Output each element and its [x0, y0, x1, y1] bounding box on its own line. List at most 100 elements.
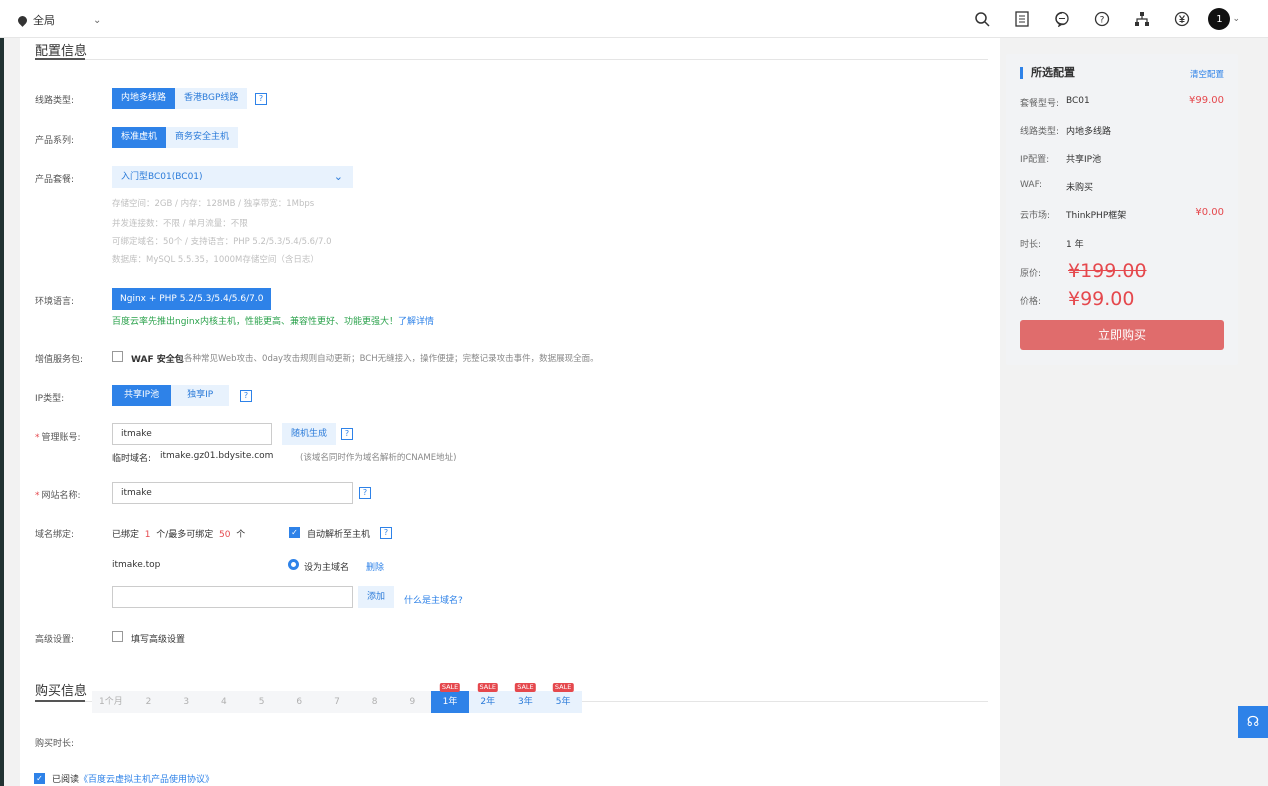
- sale-badge: SALE: [439, 683, 461, 692]
- duration-option[interactable]: 7: [318, 691, 356, 713]
- duration-option-2-year[interactable]: SALE 2年: [468, 683, 507, 713]
- env-note: 百度云率先推出nginx内核主机，性能更高、兼容性更好、功能更强大！了解详情: [112, 314, 434, 327]
- bound-prefix: 已绑定: [112, 530, 140, 540]
- help-icon[interactable]: ?: [1090, 7, 1114, 31]
- package-value: 入门型BC01(BC01): [121, 172, 203, 182]
- ip-option-shared[interactable]: 共享IP池: [112, 385, 172, 406]
- summary-row-price: ¥99.00: [1189, 95, 1224, 106]
- original-price-label: 原价:: [1020, 269, 1042, 279]
- series-option-business[interactable]: 商务安全主机: [166, 127, 239, 148]
- random-generate-button[interactable]: 随机生成: [282, 423, 337, 445]
- waf-checkbox[interactable]: [112, 351, 123, 362]
- location-pin-icon: [16, 13, 29, 27]
- chevron-down-icon[interactable]: ⌄: [1232, 14, 1240, 24]
- search-icon[interactable]: [970, 7, 994, 31]
- new-domain-input[interactable]: [112, 586, 353, 608]
- help-question-icon[interactable]: ?: [359, 487, 371, 499]
- site-name-input[interactable]: itmake: [112, 482, 353, 504]
- duration-option-5-year[interactable]: SALE 5年: [544, 683, 582, 713]
- ip-option-dedicated[interactable]: 独享IP: [171, 385, 230, 406]
- learn-more-link[interactable]: 了解详情: [398, 317, 434, 327]
- account-input[interactable]: itmake: [112, 423, 272, 445]
- yuan-currency-icon[interactable]: [1170, 7, 1194, 31]
- auto-resolve-checkbox[interactable]: ✓: [289, 527, 300, 538]
- domain-bound-count: 已绑定 1 个/最多可绑定 50 个: [112, 527, 245, 540]
- account-label: * 管理账号:: [35, 430, 81, 443]
- series-selector: 标准虚机 商务安全主机: [112, 127, 239, 148]
- duration-option[interactable]: 4: [205, 691, 243, 713]
- help-question-icon[interactable]: ?: [380, 527, 392, 539]
- package-dropdown[interactable]: 入门型BC01(BC01) ⌄: [112, 166, 353, 188]
- section-title-config: 配置信息: [35, 44, 88, 59]
- chevron-down-icon: ⌄: [333, 170, 343, 183]
- section-title-purchase: 购买信息: [35, 684, 88, 699]
- final-price: ¥99.00: [1068, 288, 1135, 310]
- advanced-label: 高级设置:: [35, 635, 75, 645]
- bound-count: 1: [144, 530, 151, 540]
- auto-resolve-label: 自动解析至主机: [307, 530, 371, 540]
- required-mark: *: [35, 491, 40, 501]
- org-tree-icon[interactable]: [1130, 7, 1154, 31]
- duration-option[interactable]: 5: [242, 691, 281, 713]
- duration-option[interactable]: 8: [355, 691, 394, 713]
- package-spec-line: 数据库：MySQL 5.5.35，1000M存储空间（含日志）: [112, 255, 319, 265]
- temp-domain-note: (该域名同时作为域名解析的CNAME地址): [300, 453, 457, 463]
- agreement-prefix: 已阅读: [52, 775, 80, 785]
- site-name-label-text: 网站名称:: [41, 491, 81, 501]
- series-option-standard[interactable]: 标准虚机: [112, 127, 167, 148]
- duration-option-label: 1年: [442, 697, 458, 707]
- support-headset-icon[interactable]: ☊: [1238, 706, 1268, 738]
- duration-option[interactable]: 3: [167, 691, 206, 713]
- package-label: 产品套餐:: [35, 175, 75, 185]
- summary-row-value: ThinkPHP框架: [1066, 211, 1127, 221]
- avatar[interactable]: 1: [1208, 8, 1231, 30]
- bound-domain-item: itmake.top: [112, 560, 161, 570]
- clear-config-link[interactable]: 清空配置: [1190, 68, 1224, 80]
- duration-label: 购买时长:: [35, 739, 75, 749]
- add-domain-button[interactable]: 添加: [358, 586, 395, 608]
- line-option-hk-bgp[interactable]: 香港BGP线路: [175, 88, 248, 109]
- account-label-text: 管理账号:: [41, 433, 81, 443]
- domain-label: 域名绑定:: [35, 530, 75, 540]
- buy-now-button[interactable]: 立即购买: [1020, 320, 1224, 350]
- section-underline: [35, 700, 85, 702]
- duration-option[interactable]: 2: [129, 691, 168, 713]
- duration-option-3-year[interactable]: SALE 3年: [506, 683, 545, 713]
- temp-domain-label: 临时域名:: [112, 454, 152, 464]
- series-label: 产品系列:: [35, 136, 75, 146]
- agreement-checkbox[interactable]: ✓: [34, 773, 45, 784]
- help-question-icon[interactable]: ?: [341, 428, 353, 440]
- summary-row-value: 内地多线路: [1066, 127, 1112, 137]
- bound-suffix: 个: [236, 530, 246, 540]
- advanced-checkbox[interactable]: [112, 631, 123, 642]
- advanced-option-label: 填写高级设置: [131, 635, 186, 645]
- duration-option-label: 3年: [518, 697, 533, 707]
- region-label: 全局: [33, 14, 55, 27]
- delete-domain-link[interactable]: 删除: [366, 560, 384, 573]
- package-spec-line: 可绑定域名：50个 / 支持语言：PHP 5.2/5.3/5.4/5.6/7.0: [112, 237, 332, 247]
- duration-option[interactable]: 9: [393, 691, 432, 713]
- env-option-nginx-php[interactable]: Nginx + PHP 5.2/5.3/5.4/5.6/7.0: [112, 288, 272, 310]
- required-mark: *: [35, 433, 40, 443]
- what-is-main-domain-link[interactable]: 什么是主域名?: [404, 593, 463, 606]
- duration-option-1-year[interactable]: SALE 1年: [431, 683, 469, 713]
- waf-name: WAF 安全包: [131, 355, 184, 365]
- summary-row-key: 时长:: [1020, 240, 1042, 250]
- line-option-mainland[interactable]: 内地多线路: [112, 88, 176, 109]
- help-question-icon[interactable]: ?: [255, 93, 267, 105]
- message-icon[interactable]: [1050, 7, 1074, 31]
- config-panel: 配置信息 线路类型: 内地多线路 香港BGP线路 ? 产品系列: 标准虚机 商务…: [20, 38, 1000, 786]
- temp-domain-value: itmake.gz01.bdysite.com: [160, 451, 274, 461]
- section-underline: [35, 58, 85, 60]
- help-question-icon[interactable]: ?: [240, 390, 252, 402]
- sale-badge: SALE: [477, 683, 498, 692]
- left-nav-strip: [0, 0, 4, 786]
- main-domain-radio[interactable]: [288, 559, 299, 570]
- agreement-link[interactable]: 《百度云虚拟主机产品使用协议》: [79, 772, 214, 785]
- duration-option[interactable]: 1个月: [92, 691, 130, 713]
- summary-title: 所选配置: [1020, 67, 1075, 79]
- package-spec-line: 存储空间：2GB / 内存：128MB / 独享带宽：1Mbps: [112, 199, 315, 209]
- duration-option[interactable]: 6: [280, 691, 319, 713]
- region-selector[interactable]: 全局 ⌄: [16, 12, 101, 28]
- document-icon[interactable]: [1010, 7, 1034, 31]
